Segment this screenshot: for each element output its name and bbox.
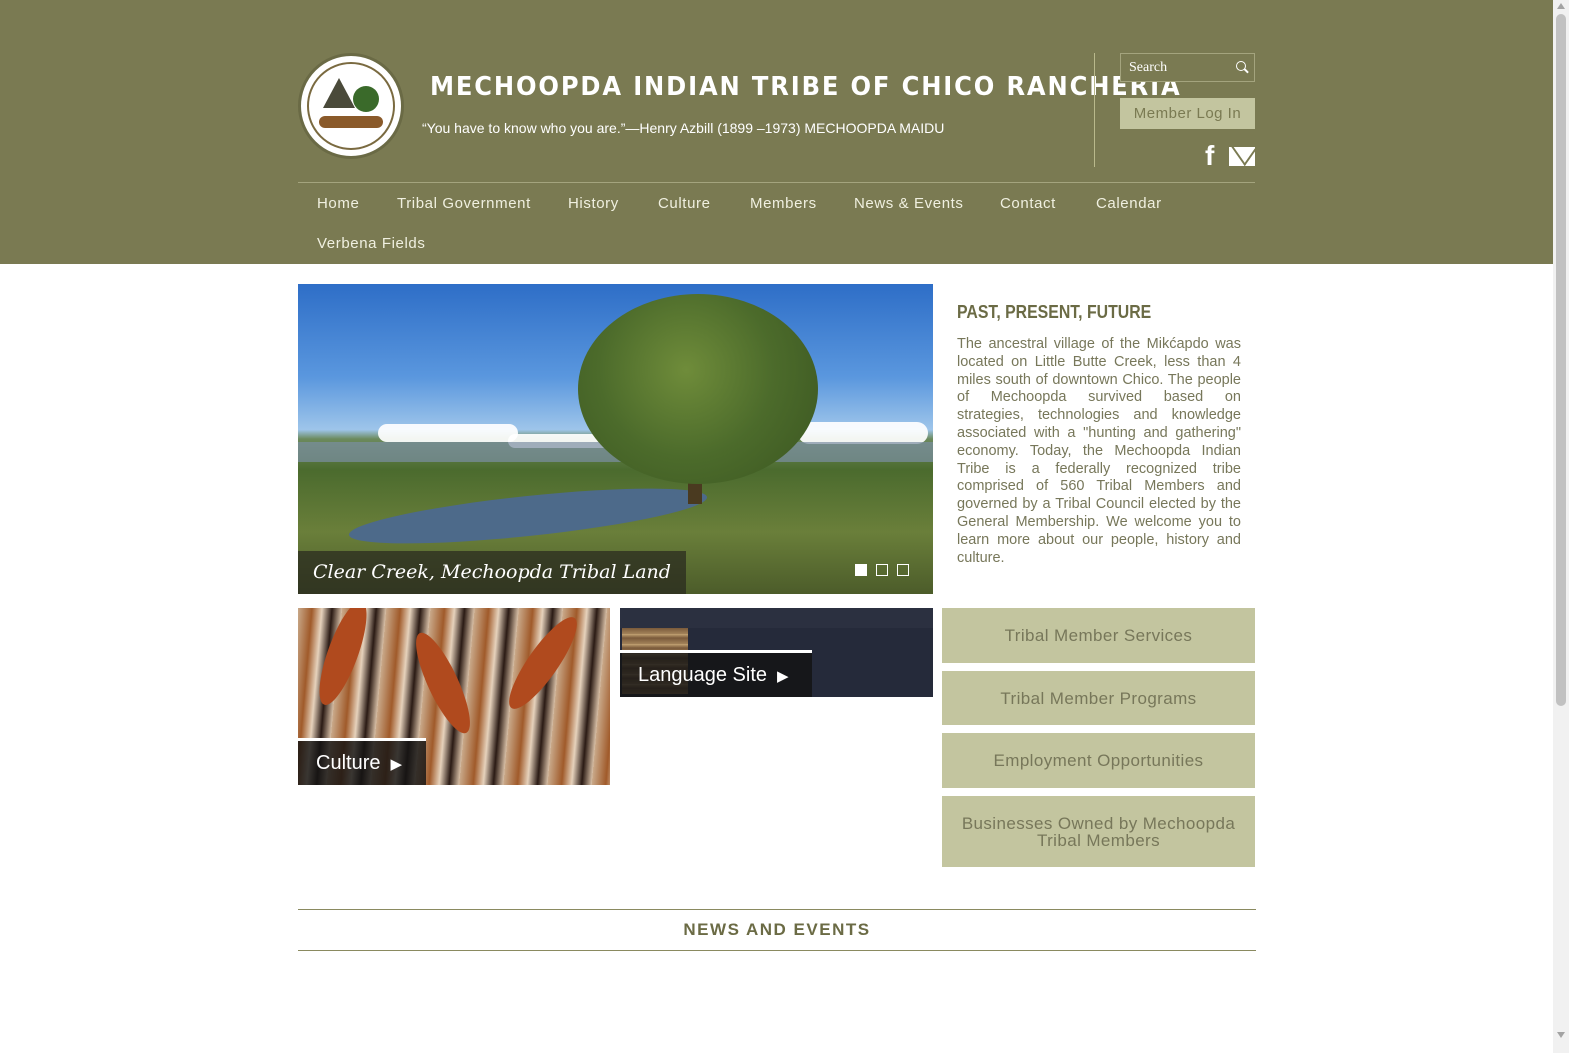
culture-tile[interactable]: Culture ▶ — [298, 608, 610, 785]
news-bottom-rule — [298, 950, 1256, 951]
culture-label-text: Culture — [316, 752, 381, 774]
intro-heading: PAST, PRESENT, FUTURE — [957, 302, 1152, 322]
language-site-tile[interactable]: Language Site ▶ — [620, 608, 933, 697]
nav-item-home[interactable]: Home — [317, 195, 359, 212]
nav-item-members[interactable]: Members — [750, 195, 817, 212]
slide-cloud — [798, 422, 928, 444]
slide-tree — [578, 294, 818, 484]
intro-paragraph: The ancestral village of the Mikćapdo wa… — [957, 336, 1241, 566]
tribe-seal-logo[interactable] — [298, 53, 404, 159]
nav-item-tribal-government[interactable]: Tribal Government — [397, 195, 531, 212]
scroll-down-arrow-icon[interactable] — [1557, 1032, 1565, 1038]
slide-caption: Clear Creek, Mechoopda Tribal Land — [298, 551, 686, 594]
tile-feather — [310, 608, 376, 710]
tile-feather — [406, 626, 480, 740]
news-top-rule — [298, 909, 1256, 910]
scrollbar-thumb[interactable] — [1556, 14, 1566, 706]
language-tile-label[interactable]: Language Site ▶ — [620, 650, 812, 697]
nav-item-calendar[interactable]: Calendar — [1096, 195, 1162, 212]
slider-dot-2[interactable] — [876, 564, 888, 576]
search-box — [1120, 53, 1255, 82]
tribal-member-programs-button[interactable]: Tribal Member Programs — [942, 671, 1255, 725]
nav-item-contact[interactable]: Contact — [1000, 195, 1056, 212]
nav-item-history[interactable]: History — [568, 195, 619, 212]
scroll-up-arrow-icon[interactable] — [1557, 3, 1565, 9]
tribal-member-services-button[interactable]: Tribal Member Services — [942, 608, 1255, 663]
culture-tile-label[interactable]: Culture ▶ — [298, 738, 426, 785]
slide-cloud — [378, 424, 518, 442]
nav-item-news-events[interactable]: News & Events — [854, 195, 964, 212]
slider-dot-1[interactable] — [855, 564, 867, 576]
tribal-businesses-button[interactable]: Businesses Owned by Mechoopda Tribal Mem… — [942, 796, 1255, 867]
site-header: MECHOOPDA INDIAN TRIBE OF CHICO RANCHERI… — [0, 0, 1569, 264]
seal-mountain — [323, 78, 355, 108]
nav-item-verbena-fields[interactable]: Verbena Fields — [317, 235, 425, 252]
site-title[interactable]: MECHOOPDA INDIAN TRIBE OF CHICO RANCHERI… — [430, 72, 1182, 102]
seal-tree — [353, 86, 379, 112]
search-input[interactable] — [1121, 54, 1233, 81]
member-login-button[interactable]: Member Log In — [1120, 98, 1255, 129]
search-icon[interactable] — [1236, 61, 1246, 71]
email-icon[interactable] — [1229, 147, 1255, 166]
language-label-text: Language Site — [638, 664, 768, 686]
play-arrow-icon: ▶ — [390, 756, 403, 773]
seal-ground — [319, 116, 383, 128]
slide-river — [346, 477, 710, 555]
slider-dot-3[interactable] — [897, 564, 909, 576]
header-divider — [1094, 53, 1095, 167]
page-scrollbar[interactable] — [1553, 0, 1569, 1053]
play-arrow-icon: ▶ — [777, 668, 789, 685]
hero-slider[interactable]: Clear Creek, Mechoopda Tribal Land — [298, 284, 933, 594]
facebook-icon[interactable]: f — [1205, 142, 1221, 170]
tile-screenshot-topbar — [620, 608, 933, 628]
nav-divider — [298, 182, 1255, 183]
tile-feather — [499, 609, 587, 717]
site-tagline: “You have to know who you are.”—Henry Az… — [422, 120, 945, 136]
nav-item-culture[interactable]: Culture — [658, 195, 711, 212]
employment-opportunities-button[interactable]: Employment Opportunities — [942, 733, 1255, 788]
news-events-heading: NEWS AND EVENTS — [683, 920, 871, 939]
